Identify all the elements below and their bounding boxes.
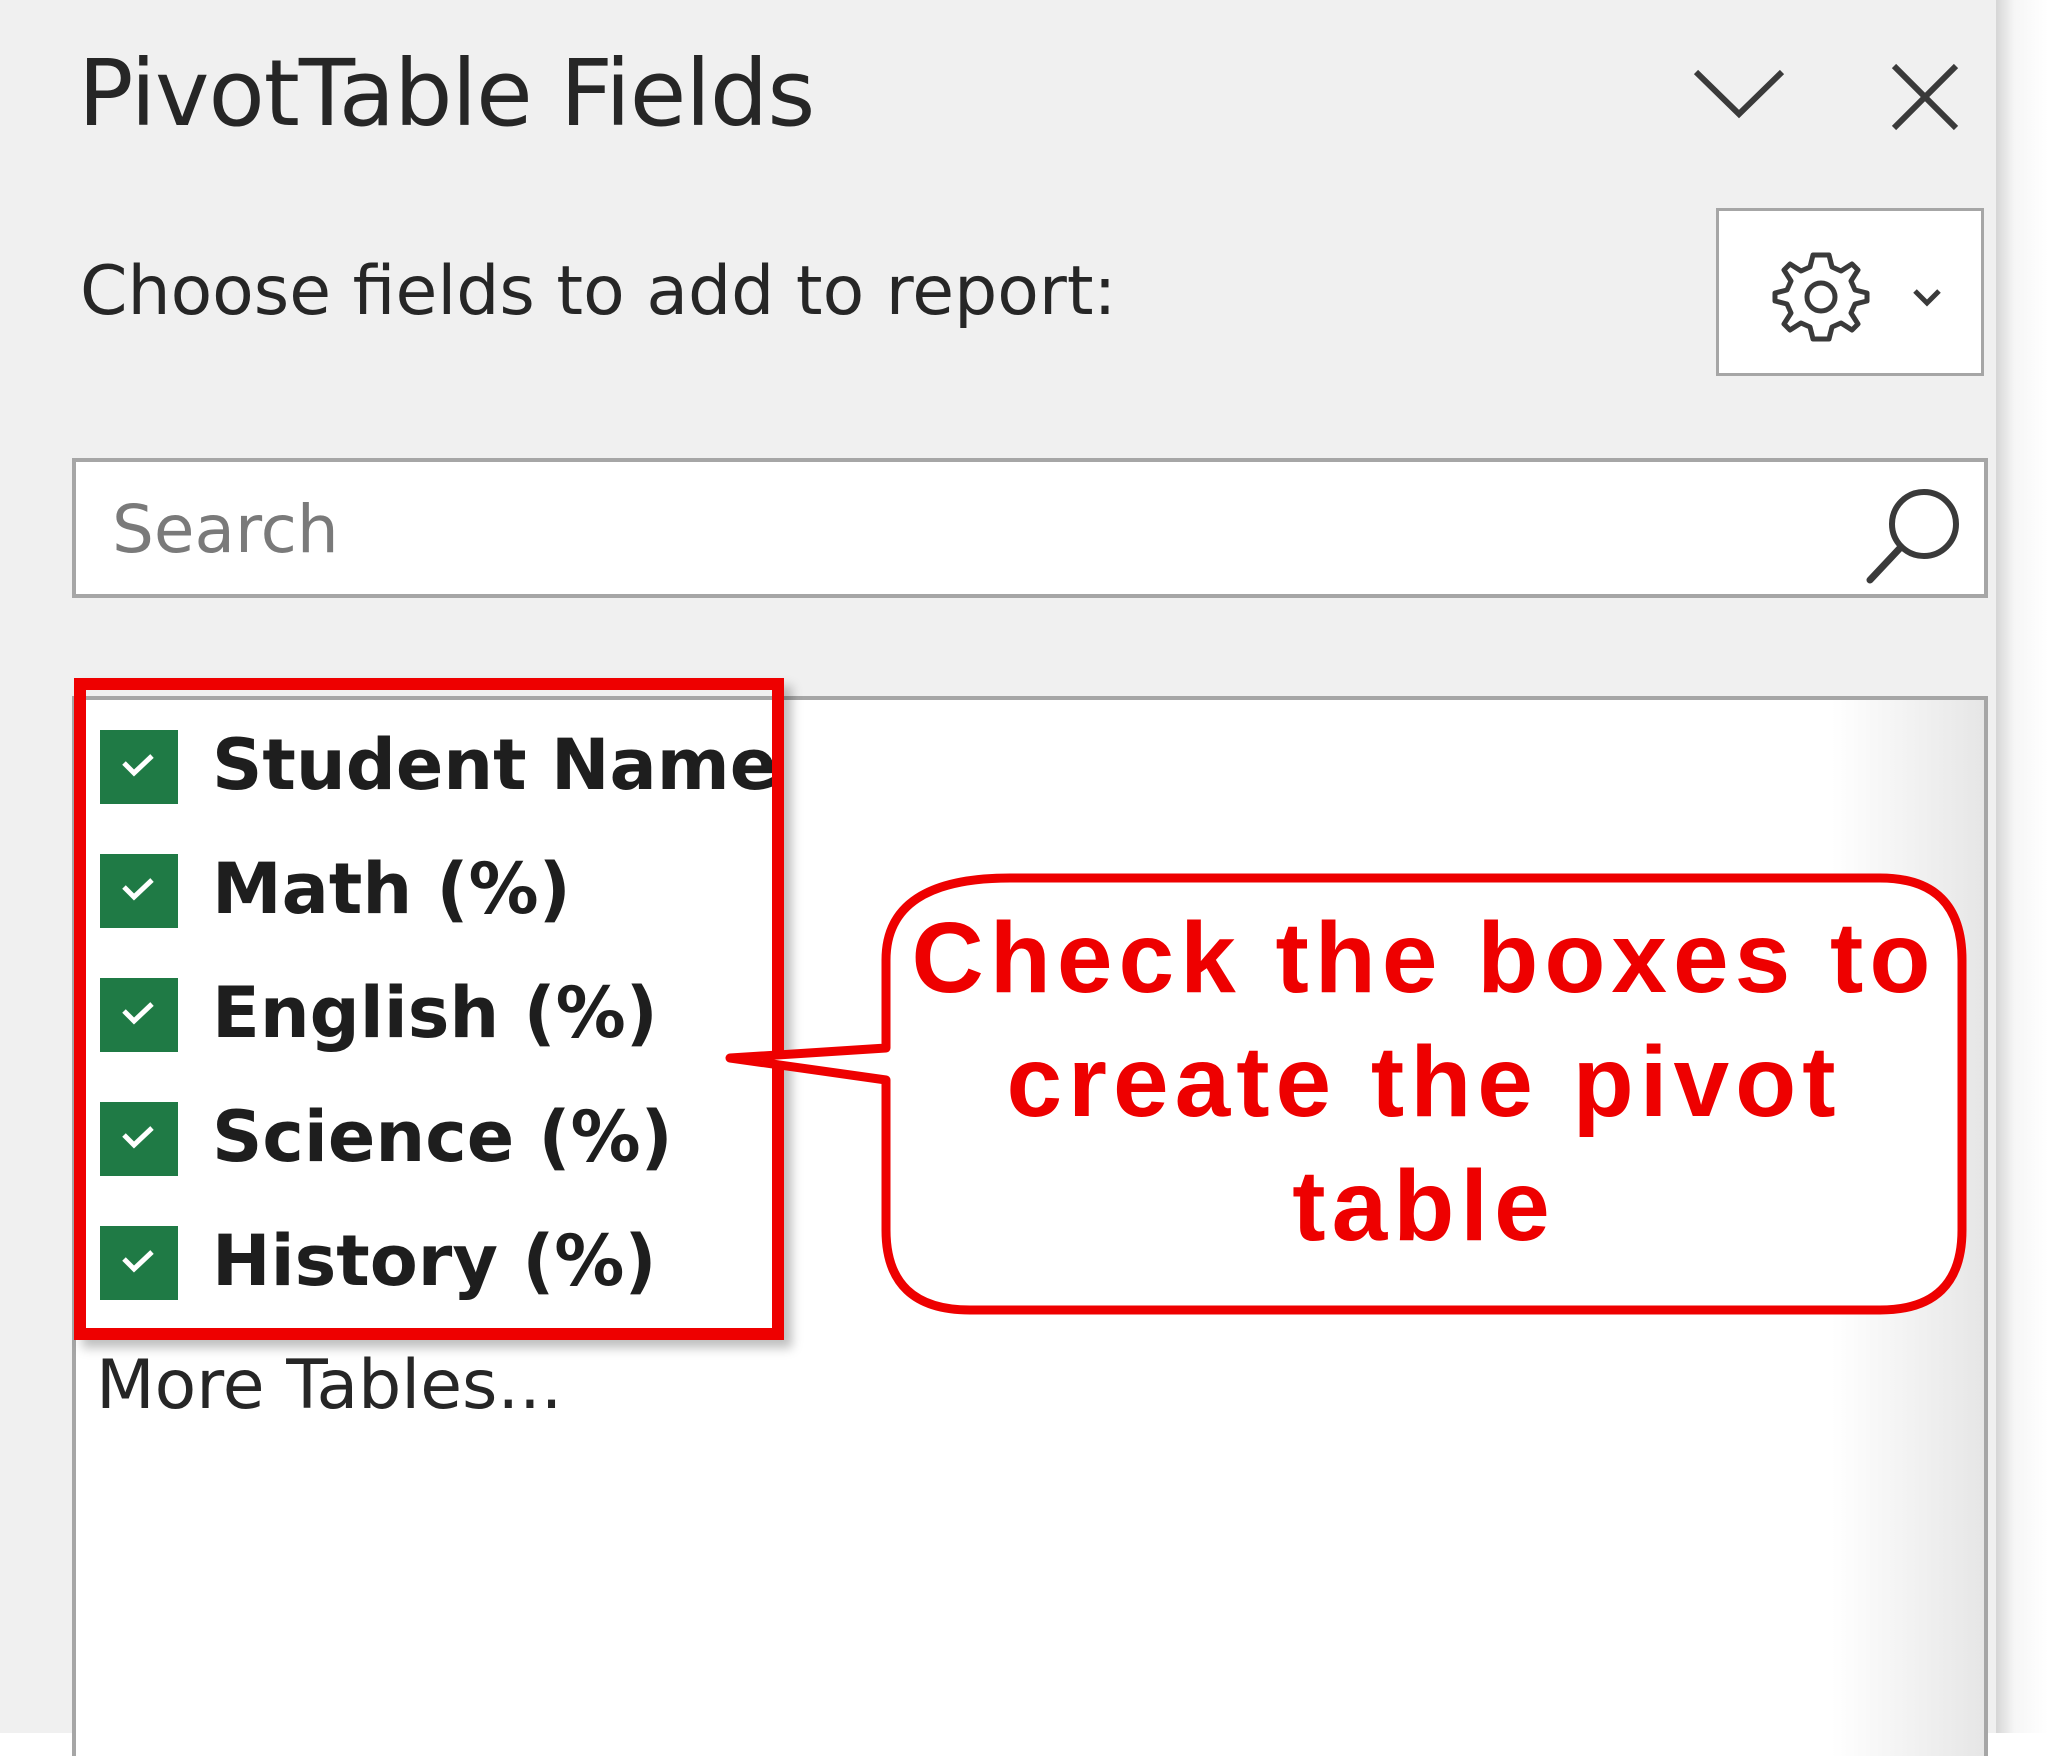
search-box (72, 458, 1988, 598)
annotation-highlight-box (74, 678, 784, 1340)
chevron-down-icon (1693, 69, 1785, 119)
close-icon (1891, 63, 1959, 131)
close-button[interactable] (1880, 52, 1970, 142)
pane-edge-shadow (1996, 0, 2048, 1733)
pivottable-fields-pane: PivotTable Fields Choose fields to add t… (0, 0, 2000, 1756)
search-icon[interactable] (1860, 480, 1970, 590)
pane-title: PivotTable Fields (78, 40, 815, 147)
search-input[interactable] (112, 486, 1812, 572)
tools-button[interactable] (1716, 208, 1984, 376)
pane-options-button[interactable] (1684, 50, 1794, 140)
annotation-callout-text: Check the boxes to create the pivot tabl… (911, 902, 1937, 1262)
gear-icon (1772, 252, 1870, 342)
more-tables-link[interactable]: More Tables... (96, 1352, 562, 1420)
pane-subtitle: Choose fields to add to report: (80, 252, 1117, 331)
chevron-down-icon (1913, 289, 1941, 307)
